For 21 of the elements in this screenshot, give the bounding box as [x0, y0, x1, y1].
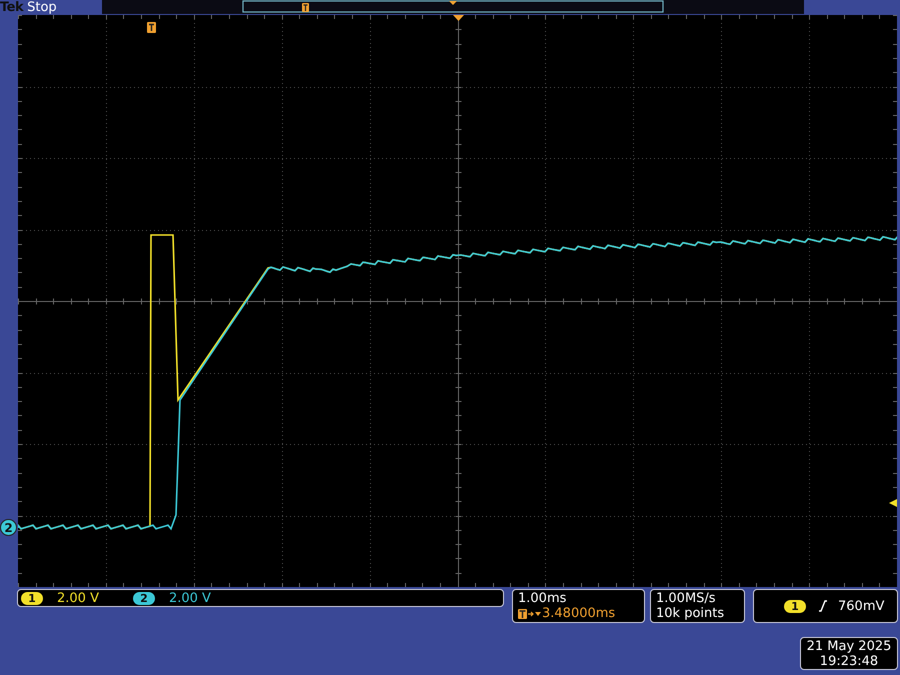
trigger-level-icon [889, 499, 897, 507]
date-label: 21 May 2025 [806, 639, 892, 654]
channel-scale: 2.00 V [57, 590, 99, 606]
position-caret-icon [448, 1, 457, 5]
trigger-position: 3.48000ms [542, 606, 616, 621]
brand-label: Tek [0, 0, 24, 15]
trigger-position-icon [147, 22, 156, 33]
rising-edge-icon [818, 600, 828, 612]
time-label: 19:23:48 [818, 654, 880, 669]
view-window-bracket[interactable] [242, 0, 664, 13]
acquisition-state: Stop [27, 0, 57, 15]
channel-badge[interactable]: 1 [21, 592, 43, 604]
trigger-offset-icon [518, 608, 542, 620]
trigger-source-badge[interactable]: 1 [784, 600, 806, 612]
channel-badge[interactable]: 2 [132, 592, 155, 604]
time-scale: 1.00ms [518, 591, 568, 606]
record-length: 10k points [656, 606, 726, 621]
channel-scale: 2.00 V [168, 590, 211, 606]
channel-marker[interactable]: 2 [0, 519, 17, 536]
trigger-level: 760mV [838, 598, 884, 614]
sample-rate: 1.00MS/s [656, 591, 717, 606]
